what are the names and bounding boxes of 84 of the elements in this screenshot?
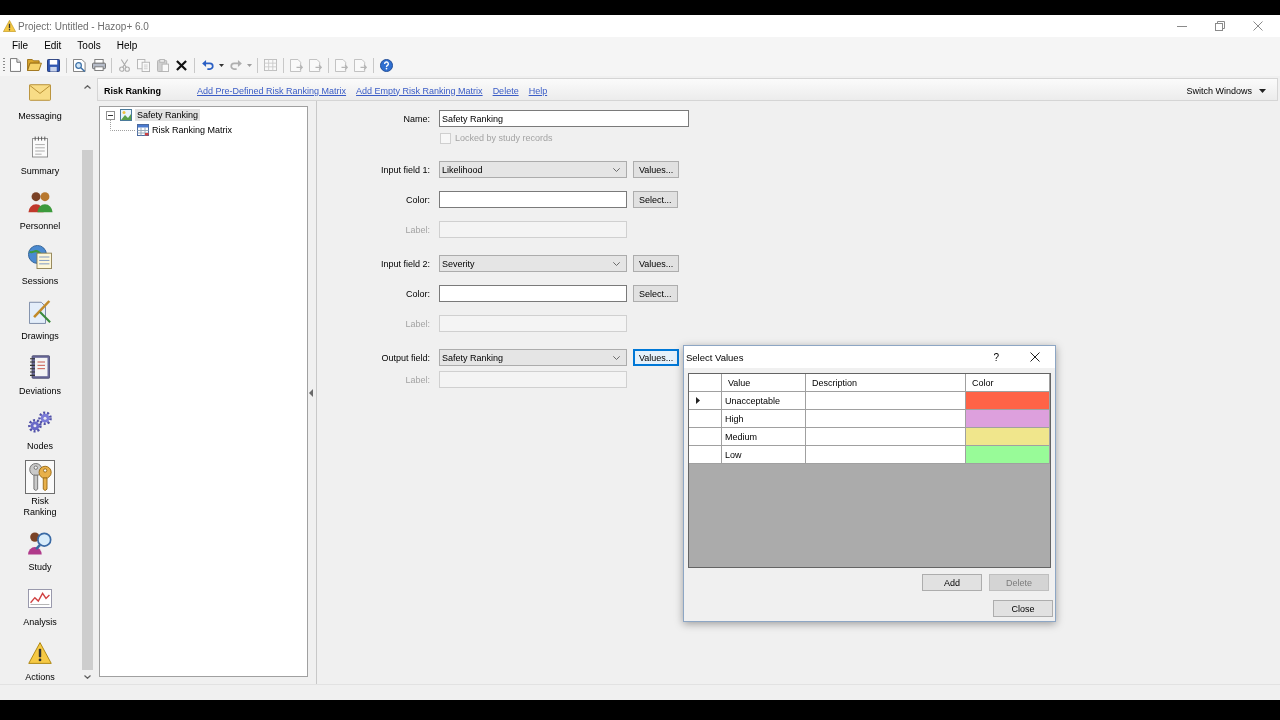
cross-icon[interactable] (176, 59, 187, 71)
row-header[interactable] (689, 410, 722, 428)
row-header[interactable] (689, 446, 722, 464)
dropdown-field[interactable]: Severity (439, 255, 627, 272)
table-cell: Unacceptable (722, 392, 806, 410)
table-cell: Low (722, 446, 806, 464)
caret-icon (1259, 88, 1266, 93)
sidebar-item[interactable]: Risk Ranking (15, 461, 65, 527)
table-icon (137, 124, 149, 136)
chevron-down-icon (613, 167, 620, 172)
sidebar-item[interactable]: Drawings (21, 296, 59, 351)
column-header[interactable]: Description (806, 374, 966, 392)
sidebar-item[interactable]: Personnel (19, 186, 61, 241)
values-button[interactable]: Values... (633, 255, 680, 272)
warning-icon (3, 20, 16, 32)
dialog-button[interactable]: Add (922, 574, 982, 591)
field-label: Name: (402, 113, 430, 124)
restore-icon[interactable] (1215, 21, 1225, 31)
printer-icon[interactable] (91, 59, 106, 71)
current-row-icon (696, 397, 700, 404)
sidebar-item[interactable]: Deviations (19, 351, 61, 406)
close-button[interactable]: Close (993, 600, 1053, 617)
row-header[interactable] (689, 428, 722, 446)
field-label: Color: (405, 288, 430, 299)
sidebar-item[interactable]: Sessions (21, 241, 59, 296)
color-field[interactable] (439, 191, 627, 208)
table-cell: Medium (722, 428, 806, 446)
header-link[interactable]: Add Pre-Defined Risk Ranking Matrix (197, 85, 347, 96)
color-field[interactable] (439, 285, 627, 302)
tree-item[interactable]: Risk Ranking Matrix (150, 124, 235, 136)
minus-box-icon[interactable] (106, 110, 115, 120)
menu-item[interactable]: File (4, 37, 37, 54)
field-label: Input field 2: (379, 258, 430, 269)
select-button[interactable]: Select... (633, 285, 678, 302)
dropdown-field[interactable]: Safety Ranking (439, 349, 627, 366)
close-icon[interactable] (1030, 352, 1040, 362)
help-icon[interactable] (380, 58, 393, 72)
chevron-down-icon (613, 355, 620, 360)
select-button[interactable]: Select... (633, 191, 678, 208)
table-cell: High (722, 410, 806, 428)
sidebar-item[interactable]: Actions (21, 637, 59, 684)
image-icon (120, 109, 132, 121)
sidebar-item[interactable]: Messaging (18, 76, 62, 131)
field-label: Color: (405, 194, 430, 205)
new-page-icon[interactable] (10, 58, 21, 72)
field-label: Input field 1: (379, 164, 430, 175)
collapse-arrow-icon[interactable] (309, 388, 313, 397)
undo-icon[interactable] (201, 60, 214, 70)
help-button[interactable]: ? (993, 351, 999, 363)
print-preview-icon[interactable] (73, 58, 86, 72)
text-field[interactable]: Safety Ranking (439, 110, 689, 127)
folder-icon[interactable] (27, 59, 42, 71)
field-label: Output field: (380, 352, 430, 363)
panel-title: Risk Ranking (104, 85, 161, 96)
chevron-down-icon (613, 261, 620, 266)
field-label: Label: (404, 224, 430, 235)
header-link[interactable]: Help (528, 85, 548, 96)
field-label: Label: (404, 318, 430, 329)
dropdown-field[interactable]: Likelihood (439, 161, 627, 178)
header-link[interactable]: Delete (492, 85, 519, 96)
caret-icon[interactable] (219, 63, 224, 67)
scroll-down-icon[interactable] (83, 675, 91, 679)
menu-item[interactable]: Help (108, 37, 146, 54)
column-header[interactable]: Value (722, 374, 806, 392)
tree-item[interactable]: Safety Ranking (135, 109, 201, 121)
sidebar-item[interactable]: Summary (20, 131, 60, 186)
row-header[interactable] (689, 392, 722, 410)
sidebar-item[interactable]: Study (21, 527, 59, 582)
sidebar-item[interactable]: Analysis (21, 582, 59, 637)
checkbox-label: Locked by study records (455, 133, 553, 143)
column-header[interactable]: Color (966, 374, 1050, 392)
switch-windows-button[interactable]: Switch Windows (1186, 85, 1266, 96)
menu-item[interactable]: Edit (36, 37, 70, 54)
sidebar-item[interactable]: Nodes (21, 406, 59, 461)
scroll-up-icon[interactable] (83, 85, 91, 89)
values-button[interactable]: Values... (633, 349, 680, 366)
header-link[interactable]: Add Empty Risk Ranking Matrix (356, 85, 483, 96)
scroll-thumb[interactable] (81, 150, 93, 670)
menu-item[interactable]: Tools (69, 37, 109, 54)
field-label: Label: (404, 374, 430, 385)
window-title: Project: Untitled - Hazop+ 6.0 (18, 20, 149, 32)
values-button[interactable]: Values... (633, 161, 680, 178)
dialog-title: Select Values (686, 351, 744, 363)
minimize-icon[interactable] (1177, 25, 1187, 27)
